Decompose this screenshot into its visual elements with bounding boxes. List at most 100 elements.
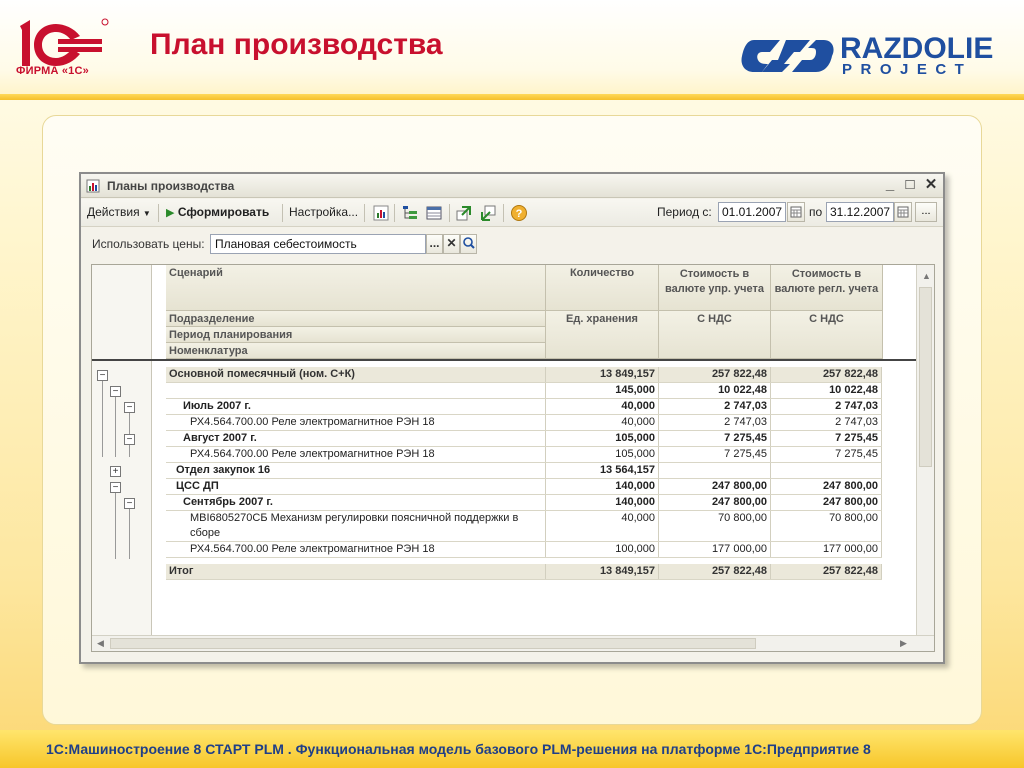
chevron-down-icon: ▼	[142, 209, 151, 218]
row-cost-reg: 7 275,45	[771, 431, 882, 446]
maximize-button[interactable]: □	[901, 176, 919, 194]
calendar-icon[interactable]	[787, 202, 805, 222]
row-name: РХ4.564.700.00 Реле электромагнитное РЭН…	[166, 542, 546, 557]
date-to-input[interactable]: 31.12.2007	[826, 202, 894, 222]
row-name: Август 2007 г.	[166, 431, 546, 446]
help-icon[interactable]: ?	[510, 204, 528, 222]
actions-menu[interactable]: Действия ▼	[87, 205, 151, 219]
header-cost-reg-vat[interactable]: С НДС	[771, 311, 883, 359]
settings-button[interactable]: Настройка...	[289, 205, 358, 219]
scroll-right-icon[interactable]: ▶	[900, 638, 907, 649]
header-unit[interactable]: Ед. хранения	[546, 311, 659, 359]
collapse-icon[interactable]: −	[124, 402, 135, 413]
collapse-icon[interactable]: −	[110, 386, 121, 397]
vertical-scrollbar[interactable]: ▲	[916, 265, 934, 635]
horizontal-scroll-thumb[interactable]	[110, 638, 756, 649]
row-name: РХ4.564.700.00 Реле электромагнитное РЭН…	[166, 415, 546, 430]
header-cost-reg[interactable]: Стоимость в валюте регл. учета	[771, 265, 883, 311]
table-row[interactable]: РХ4.564.700.00 Реле электромагнитное РЭН…	[166, 542, 882, 558]
row-quantity: 140,000	[546, 479, 659, 494]
table-row[interactable]: Июль 2007 г. 40,000 2 747,03 2 747,03	[166, 399, 882, 415]
table-row[interactable]: Август 2007 г. 105,000 7 275,45 7 275,45	[166, 431, 882, 447]
row-cost-mgmt: 247 800,00	[659, 479, 771, 494]
to-label: по	[809, 205, 823, 219]
total-quantity: 13 849,157	[546, 564, 659, 579]
table-row[interactable]: Основной помесячный (ном. С+К) 13 849,15…	[166, 367, 882, 383]
header-cost-mgmt-vat[interactable]: С НДС	[659, 311, 771, 359]
table-row[interactable]: 145,000 10 022,48 10 022,48	[166, 383, 882, 399]
table-row[interactable]: Сентябрь 2007 г. 140,000 247 800,00 247 …	[166, 495, 882, 511]
price-select-button[interactable]: ...	[426, 234, 443, 254]
report-chart-icon[interactable]	[372, 204, 390, 222]
toolbar-divider	[449, 204, 450, 222]
close-button[interactable]: ✕	[922, 176, 940, 194]
toolbar: Действия ▼ ▶ Сформировать Настройка... ?…	[81, 199, 943, 227]
row-cost-mgmt	[659, 463, 771, 478]
collapse-icon[interactable]: −	[97, 370, 108, 381]
toolbar-divider	[364, 204, 365, 222]
slide-title: План производства	[150, 28, 443, 61]
price-type-input[interactable]: Плановая себестоимость	[210, 234, 426, 254]
header-period[interactable]: Период планирования	[166, 327, 546, 343]
export-icon[interactable]	[455, 204, 473, 222]
row-quantity: 40,000	[546, 415, 659, 430]
table-row[interactable]: МВІ6805270СБ Механизм регулировки поясни…	[166, 511, 882, 542]
row-quantity: 105,000	[546, 447, 659, 462]
total-cost-reg: 257 822,48	[771, 564, 882, 579]
table-row[interactable]: ЦСС ДП 140,000 247 800,00 247 800,00	[166, 479, 882, 495]
clear-icon[interactable]: ✕	[443, 234, 460, 254]
row-cost-reg: 10 022,48	[771, 383, 882, 398]
collapse-icon[interactable]: −	[110, 482, 121, 493]
table-row[interactable]: Отдел закупок 16 13 564,157	[166, 463, 882, 479]
actions-label: Действия	[87, 205, 140, 219]
header-nomenclature[interactable]: Номенклатура	[166, 343, 546, 359]
header-division[interactable]: Подразделение	[166, 311, 546, 327]
scroll-left-icon[interactable]: ◀	[97, 638, 104, 649]
window-titlebar[interactable]: Планы производства _ □ ✕	[81, 174, 943, 198]
header-band	[0, 94, 1024, 100]
header-quantity[interactable]: Количество	[546, 265, 659, 311]
minimize-button[interactable]: _	[881, 176, 899, 194]
tree-structure-icon[interactable]	[401, 204, 419, 222]
report-grid[interactable]: Сценарий Количество Стоимость в валюте у…	[91, 264, 935, 652]
collapse-icon[interactable]: −	[124, 498, 135, 509]
toolbar-divider	[503, 204, 504, 222]
tree-line	[102, 379, 103, 457]
header-scenario[interactable]: Сценарий	[166, 265, 546, 311]
row-name: Июль 2007 г.	[166, 399, 546, 414]
svg-text:?: ?	[516, 208, 523, 220]
period-select-button[interactable]: ...	[915, 202, 937, 222]
header-divider	[92, 359, 916, 361]
row-quantity: 13 564,157	[546, 463, 659, 478]
row-cost-mgmt: 70 800,00	[659, 511, 771, 541]
row-name: ЦСС ДП	[166, 479, 546, 494]
brand-caption: ФИРМА «1С»	[16, 65, 89, 77]
price-label: Использовать цены:	[92, 237, 205, 251]
row-cost-mgmt: 2 747,03	[659, 415, 771, 430]
search-icon[interactable]	[460, 234, 477, 254]
toolbar-divider	[282, 204, 283, 222]
scroll-up-icon[interactable]: ▲	[922, 271, 931, 281]
row-quantity: 40,000	[546, 399, 659, 414]
total-row[interactable]: Итог 13 849,157 257 822,48 257 822,48	[166, 564, 882, 580]
vertical-scroll-thumb[interactable]	[919, 287, 932, 467]
generate-button[interactable]: ▶ Сформировать	[166, 205, 269, 219]
import-icon[interactable]	[479, 204, 497, 222]
collapse-icon[interactable]: −	[124, 434, 135, 445]
row-cost-reg: 70 800,00	[771, 511, 882, 541]
row-cost-reg: 7 275,45	[771, 447, 882, 462]
header-cost-mgmt[interactable]: Стоимость в валюте упр. учета	[659, 265, 771, 311]
tree-line	[129, 507, 130, 559]
expand-icon[interactable]: +	[110, 466, 121, 477]
table-layout-icon[interactable]	[425, 204, 443, 222]
table-row[interactable]: РХ4.564.700.00 Реле электромагнитное РЭН…	[166, 447, 882, 463]
play-icon: ▶	[166, 207, 175, 219]
date-from-input[interactable]: 01.01.2007	[718, 202, 786, 222]
calendar-icon[interactable]	[894, 202, 912, 222]
tree-line	[115, 491, 116, 559]
horizontal-scrollbar[interactable]: ◀ ▶	[92, 635, 934, 651]
row-quantity: 105,000	[546, 431, 659, 446]
row-cost-reg: 177 000,00	[771, 542, 882, 557]
row-cost-reg	[771, 463, 882, 478]
table-row[interactable]: РХ4.564.700.00 Реле электромагнитное РЭН…	[166, 415, 882, 431]
